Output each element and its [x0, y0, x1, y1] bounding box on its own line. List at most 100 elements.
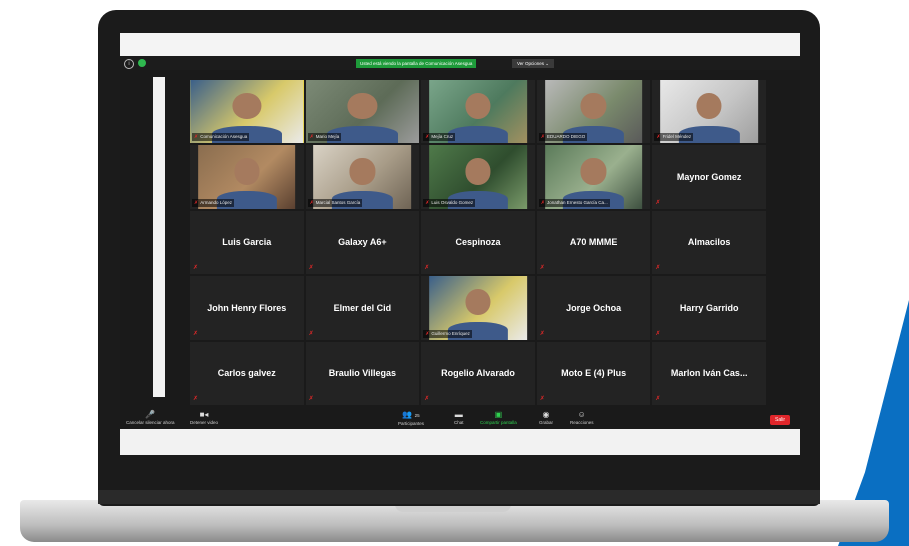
participant-name-label: ✗ Fridel Méndez — [654, 133, 694, 142]
participant-name: Moto E (4) Plus — [561, 368, 627, 379]
muted-mic-icon: ✗ — [309, 134, 314, 141]
participant-name: Guillermo Enríquez — [431, 330, 470, 336]
shield-icon[interactable] — [138, 59, 146, 67]
muted-mic-icon: ✗ — [308, 330, 314, 337]
person-head — [465, 92, 491, 120]
participant-tile[interactable]: Almacilos ✗ — [652, 210, 766, 275]
share-screen-button[interactable]: ▣ Compartir pantalla — [480, 410, 517, 425]
chat-button[interactable]: ▬ Chat — [454, 410, 464, 425]
participant-tile[interactable]: Harry Garrido ✗ — [652, 276, 766, 340]
participant-name: Elmer del Cid — [333, 302, 392, 313]
stop-video-button[interactable]: ■◂ Detener video — [190, 410, 218, 425]
person-torso — [447, 125, 509, 144]
person-head — [347, 92, 378, 120]
participant-name: Armando López — [200, 199, 232, 205]
participant-name: Mejía Cruz — [431, 134, 454, 140]
participants-button[interactable]: 👥 25 Participantes — [398, 410, 424, 426]
participant-tile[interactable]: ✗ Comunicación Asesgua — [190, 80, 304, 144]
person-head — [232, 92, 262, 120]
reactions-button[interactable]: ☺ Reacciones — [570, 410, 594, 425]
participant-tile[interactable]: Carlos galvez ✗ — [190, 341, 304, 405]
participant-name-label: ✗ Mejía Cruz — [423, 133, 456, 142]
participant-name-label: ✗ Marcial Santos García — [307, 198, 363, 207]
participant-tile[interactable]: ✗ Armando López — [190, 145, 304, 209]
view-options-button[interactable]: Ver Opciones ⌄ — [512, 59, 555, 68]
participant-name: Jonathan Ernesto García Ca... — [547, 199, 608, 205]
participant-tile[interactable]: Braulio Villegas ✗ — [305, 341, 420, 405]
participant-name: EDUARDO DIEGO — [547, 134, 586, 140]
participant-name: Maynor Gomez — [676, 172, 742, 183]
participant-name: Comunicación Asesgua — [200, 134, 248, 140]
muted-mic-icon: ✗ — [655, 199, 661, 206]
participant-tile[interactable]: Moto E (4) Plus ✗ — [536, 341, 651, 405]
screen-share-banner: Usted está viendo la pantalla de Comunic… — [356, 59, 477, 68]
participant-name: John Henry Flores — [207, 302, 287, 313]
participant-name: Marcial Santos García — [315, 199, 361, 205]
participant-tile[interactable]: ✗ Fridel Méndez — [652, 80, 766, 144]
participant-tile[interactable]: ✗ Guillermo Enríquez — [421, 276, 535, 340]
top-window-chrome — [120, 33, 800, 56]
participant-name: Mario Mejía — [315, 134, 340, 140]
muted-mic-icon: ✗ — [193, 265, 199, 272]
participant-tile[interactable]: Elmer del Cid ✗ — [305, 276, 420, 340]
participant-tile[interactable]: Marlon Iván Cas... ✗ — [652, 341, 766, 405]
laptop-hinge — [98, 490, 820, 504]
person-head — [465, 158, 491, 185]
participant-name: Almacilos — [687, 237, 731, 248]
unmute-button[interactable]: 🎤 Cancelar silenciar ahora — [126, 410, 175, 425]
participant-tile[interactable]: ✗ Marcial Santos García — [305, 145, 420, 209]
participant-name: Marlon Iván Cas... — [670, 368, 748, 379]
participant-tile[interactable]: Rogelio Alvarado ✗ — [421, 341, 535, 405]
muted-mic-icon: ✗ — [424, 396, 430, 402]
participant-tile[interactable]: ✗ Mario Mejía — [305, 80, 420, 144]
info-icon[interactable]: i — [124, 59, 134, 69]
microphone-icon: 🎤 — [145, 410, 156, 419]
muted-mic-icon: ✗ — [539, 265, 545, 272]
muted-mic-icon: ✗ — [540, 199, 545, 206]
participant-tile[interactable]: A70 MMME ✗ — [536, 210, 651, 275]
record-icon: ◉ — [542, 410, 550, 419]
muted-mic-icon: ✗ — [308, 396, 314, 402]
participant-tile[interactable]: Cespinoza ✗ — [421, 210, 535, 275]
participant-name: Luis Osvaldo Gomez — [431, 199, 474, 205]
participants-icon: 👥 25 — [402, 410, 420, 419]
smiley-icon: ☺ — [577, 410, 586, 419]
meeting-toolbar: 🎤 Cancelar silenciar ahora ■◂ Detener vi… — [120, 407, 800, 429]
participant-name: Jorge Ochoa — [566, 302, 622, 313]
muted-mic-icon: ✗ — [309, 199, 314, 206]
participant-name: Harry Garrido — [679, 302, 739, 313]
participant-tile[interactable]: John Henry Flores ✗ — [190, 276, 304, 340]
participant-tile[interactable]: Galaxy A6+ ✗ — [305, 210, 420, 275]
muted-mic-icon: ✗ — [425, 134, 430, 141]
participant-tile[interactable]: ✗ Jonathan Ernesto García Ca... — [536, 145, 651, 209]
muted-mic-icon: ✗ — [425, 199, 430, 206]
participant-tile[interactable]: ✗ Luis Osvaldo Gomez — [421, 145, 535, 209]
participant-tile[interactable]: ✗ Mejía Cruz — [421, 80, 535, 144]
participant-name: A70 MMME — [569, 237, 618, 248]
participant-name: Braulio Villegas — [328, 368, 397, 379]
muted-mic-icon: ✗ — [194, 134, 199, 141]
muted-mic-icon: ✗ — [193, 330, 199, 337]
participant-name-label: ✗ Comunicación Asesgua — [192, 133, 250, 142]
chat-icon: ▬ — [454, 410, 463, 419]
participant-name: Galaxy A6+ — [338, 237, 387, 248]
person-head — [580, 92, 607, 120]
person-head — [465, 288, 491, 316]
participant-name-label: ✗ EDUARDO DIEGO — [538, 133, 588, 142]
participant-name: Fridel Méndez — [662, 134, 692, 140]
leave-button[interactable]: Salir — [770, 415, 791, 425]
participant-tile[interactable]: Maynor Gomez ✗ — [652, 145, 766, 209]
participant-tile[interactable]: ✗ EDUARDO DIEGO — [536, 80, 651, 144]
muted-mic-icon: ✗ — [656, 134, 661, 141]
person-head — [696, 92, 722, 120]
record-button[interactable]: ◉ Grabar — [539, 410, 553, 425]
muted-mic-icon: ✗ — [539, 330, 545, 337]
meeting-top-bar: i Usted está viendo la pantalla de Comun… — [120, 56, 800, 70]
participant-tile[interactable]: Luis Garcia ✗ — [190, 210, 304, 275]
participant-tile[interactable]: Jorge Ochoa ✗ — [536, 276, 651, 340]
participant-gallery: ✗ Comunicación Asesgua ✗ Mario Mejía ✗ Mejía … — [190, 80, 766, 405]
bottom-window-chrome — [120, 429, 800, 455]
participant-name-label: ✗ Guillermo Enríquez — [423, 329, 472, 338]
camera-icon: ■◂ — [199, 410, 209, 419]
participant-name: Cespinoza — [455, 237, 501, 248]
